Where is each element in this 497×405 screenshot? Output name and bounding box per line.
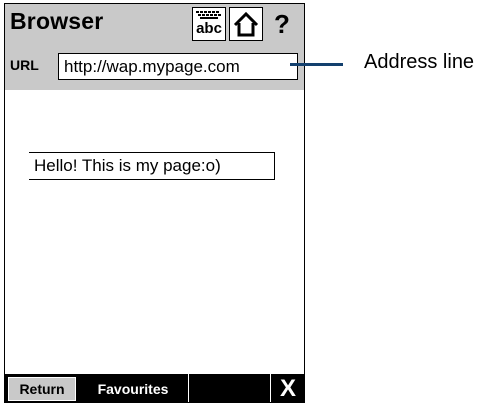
app-title: Browser [10, 8, 104, 34]
help-icon[interactable]: ? [263, 7, 301, 41]
keyboard-abc-label: abc [196, 20, 222, 37]
url-label: URL [10, 57, 39, 73]
softkey-bar: Return Favourites X [5, 374, 304, 402]
home-icon[interactable] [229, 7, 263, 41]
title-bar: Browser abc ? [5, 4, 304, 44]
close-button[interactable]: X [271, 374, 304, 402]
softkey-divider [188, 374, 189, 402]
home-glyph [233, 11, 259, 37]
url-input[interactable]: http://wap.mypage.com [58, 53, 298, 80]
address-bar: URL http://wap.mypage.com [5, 44, 304, 90]
keyboard-abc-icon[interactable]: abc [192, 7, 226, 41]
address-line-callout-pointer [290, 63, 343, 66]
return-button[interactable]: Return [8, 377, 76, 401]
browser-window: Browser abc ? URL http://wap.mypage.com … [4, 3, 305, 403]
page-content-text: Hello! This is my page:o) [29, 152, 275, 180]
favourites-button[interactable]: Favourites [81, 377, 185, 401]
address-line-callout-label: Address line [364, 51, 475, 73]
